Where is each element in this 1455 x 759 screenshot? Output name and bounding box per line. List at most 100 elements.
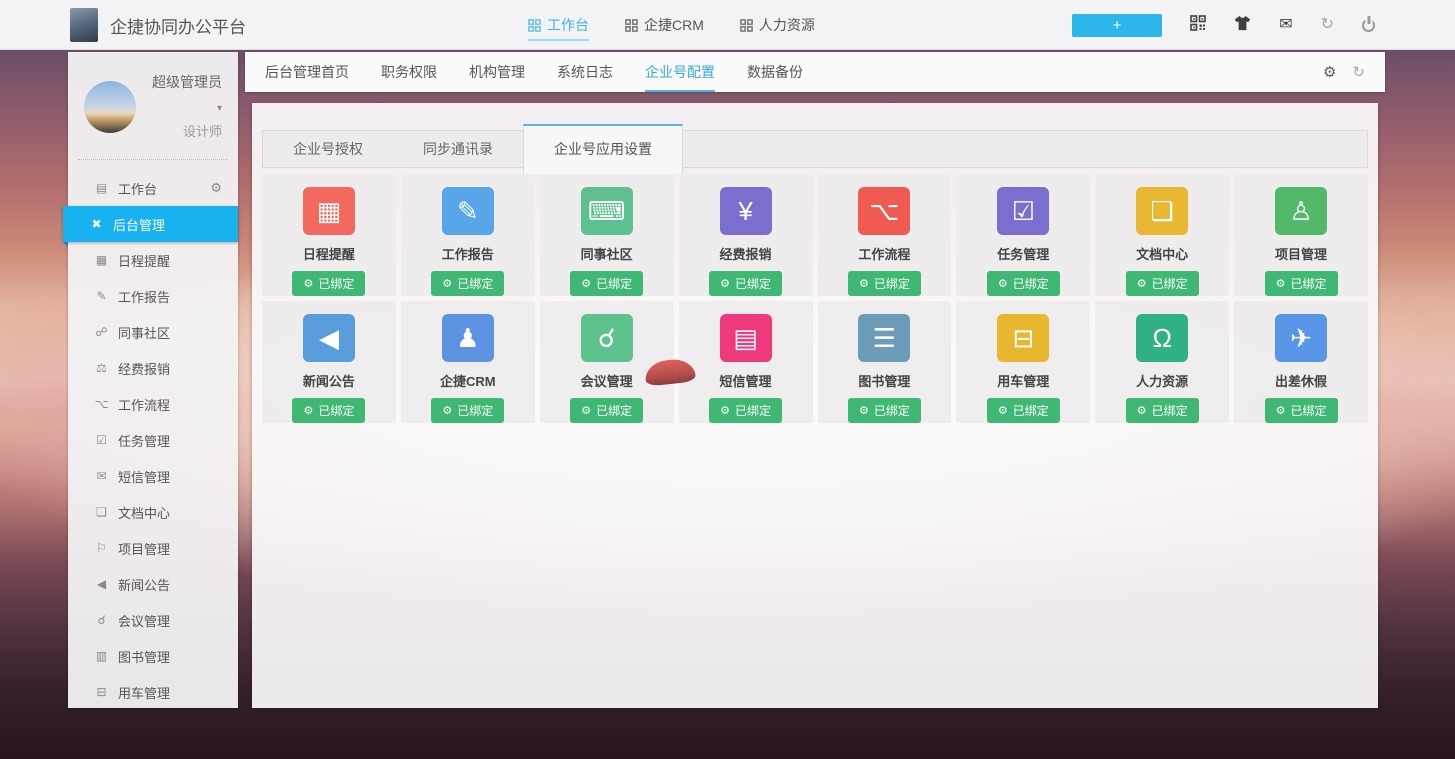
sidebar-menu-item[interactable]: ☑ 任务管理 — [68, 422, 238, 458]
sidebar-item-icon: ❏ — [94, 505, 109, 519]
sidebar-menu-item[interactable]: ⚐ 项目管理 — [68, 530, 238, 566]
bound-status-button[interactable]: ⚙ 已绑定 — [709, 271, 782, 296]
bound-status-button[interactable]: ⚙ 已绑定 — [570, 271, 643, 296]
bound-status-button[interactable]: ⚙ 已绑定 — [848, 271, 921, 296]
refresh-icon[interactable]: ↻ — [1352, 65, 1365, 80]
app-icon: ✎ — [442, 187, 494, 235]
sidebar-item-icon: ☌ — [94, 613, 109, 627]
sidebar-menu-item[interactable]: ✉ 短信管理 — [68, 458, 238, 494]
admin-tab-label: 后台管理首页 — [265, 64, 349, 80]
bound-status-button[interactable]: ⚙ 已绑定 — [431, 398, 504, 423]
content-tab-label: 同步通讯录 — [423, 141, 493, 157]
sidebar-menu-item[interactable]: ▥ 图书管理 — [68, 638, 238, 674]
sidebar-item-icon: ⌥ — [94, 397, 109, 411]
primary-nav: 工作台 企捷CRM 人力资源 — [528, 0, 815, 50]
admin-tab[interactable]: 企业号配置 — [645, 52, 715, 92]
gear-icon: ⚙ — [1137, 404, 1147, 417]
sidebar-menu-item[interactable]: ✎ 工作报告 — [68, 278, 238, 314]
admin-tab[interactable]: 职务权限 — [381, 52, 437, 92]
app-icon: ☌ — [581, 314, 633, 362]
settings-gear-icon[interactable]: ⚙ — [1323, 65, 1336, 80]
sidebar-item-icon: ☍ — [94, 325, 109, 339]
gear-icon: ⚙ — [998, 277, 1008, 290]
bound-status-button[interactable]: ⚙ 已绑定 — [431, 271, 504, 296]
sidebar-menu-item[interactable]: ☍ 同事社区 — [68, 314, 238, 350]
user-name-dropdown[interactable]: 超级管理员▾ — [146, 70, 222, 121]
app-name: 企捷CRM — [440, 371, 496, 390]
app-card: ❏ 文档中心 ⚙ 已绑定 — [1095, 174, 1229, 296]
sidebar-item-label: 图书管理 — [118, 647, 170, 666]
sidebar: 超级管理员▾ 设计师 ▤ 工作台 ⚙ ✖ 后台管理 ▦ 日程提醒 ✎ 工作报告 — [68, 52, 238, 708]
content-tab[interactable]: 企业号授权 — [263, 131, 393, 167]
sidebar-menu-item[interactable]: ▤ 工作台 ⚙ — [68, 170, 238, 206]
bound-status-button[interactable]: ⚙ 已绑定 — [987, 398, 1060, 423]
sidebar-menu-item[interactable]: ⌥ 工作流程 — [68, 386, 238, 422]
app-icon: ▦ — [303, 187, 355, 235]
app-icon: ⊟ — [997, 314, 1049, 362]
admin-tab-label: 企业号配置 — [645, 64, 715, 80]
sidebar-menu-item[interactable]: ◀ 新闻公告 — [68, 566, 238, 602]
theme-tshirt-icon[interactable] — [1234, 15, 1251, 35]
sidebar-menu: ▤ 工作台 ⚙ ✖ 后台管理 ▦ 日程提醒 ✎ 工作报告 ☍ 同事社区 ⚖ — [68, 160, 238, 710]
admin-tab[interactable]: 系统日志 — [557, 52, 613, 92]
sidebar-menu-item[interactable]: ⚖ 经费报销 — [68, 350, 238, 386]
sidebar-menu-item[interactable]: ⊟ 用车管理 — [68, 674, 238, 710]
nav-item[interactable]: 企捷CRM — [625, 0, 704, 50]
nav-item[interactable]: 工作台 — [528, 0, 589, 50]
app-icon: ▤ — [720, 314, 772, 362]
app-card: ▤ 短信管理 ⚙ 已绑定 — [679, 301, 813, 423]
gear-icon: ⚙ — [859, 277, 869, 290]
bound-status-button[interactable]: ⚙ 已绑定 — [292, 271, 365, 296]
gear-icon[interactable]: ⚙ — [210, 180, 222, 196]
topbar-actions: + ✉ ↻ — [1072, 0, 1375, 50]
admin-tab[interactable]: 后台管理首页 — [265, 52, 349, 92]
app-card: Ω 人力资源 ⚙ 已绑定 — [1095, 301, 1229, 423]
user-block: 超级管理员▾ 设计师 — [68, 52, 238, 157]
sidebar-item-label: 任务管理 — [118, 431, 170, 450]
admin-tab[interactable]: 机构管理 — [469, 52, 525, 92]
nav-item[interactable]: 人力资源 — [740, 0, 815, 50]
sidebar-item-label: 工作台 — [118, 179, 157, 198]
bound-status-label: 已绑定 — [596, 402, 632, 419]
mail-icon[interactable]: ✉ — [1279, 17, 1292, 33]
power-icon[interactable] — [1362, 19, 1375, 32]
app-name: 用车管理 — [997, 371, 1049, 390]
bound-status-button[interactable]: ⚙ 已绑定 — [987, 271, 1060, 296]
user-avatar[interactable] — [84, 81, 136, 133]
bound-status-button[interactable]: ⚙ 已绑定 — [848, 398, 921, 423]
sidebar-item-icon: ☑ — [94, 433, 109, 447]
enterprise-apps-grid: ▦ 日程提醒 ⚙ 已绑定 ✎ 工作报告 ⚙ 已绑定 ⌨ 同事社区 ⚙ 已绑定 — [262, 174, 1368, 423]
bound-status-button[interactable]: ⚙ 已绑定 — [1126, 271, 1199, 296]
app-icon: ⌥ — [858, 187, 910, 235]
bound-status-button[interactable]: ⚙ 已绑定 — [1126, 398, 1199, 423]
bound-status-button[interactable]: ⚙ 已绑定 — [1265, 271, 1338, 296]
sidebar-menu-item[interactable]: ❏ 文档中心 — [68, 494, 238, 530]
bound-status-label: 已绑定 — [596, 275, 632, 292]
sidebar-item-label: 用车管理 — [118, 683, 170, 702]
content-tab[interactable]: 企业号应用设置 — [523, 124, 683, 174]
bound-status-button[interactable]: ⚙ 已绑定 — [570, 398, 643, 423]
admin-tab[interactable]: 数据备份 — [747, 52, 803, 92]
sidebar-menu-item[interactable]: ☌ 会议管理 — [68, 602, 238, 638]
caret-down-icon: ▾ — [217, 103, 222, 114]
bound-status-label: 已绑定 — [318, 275, 354, 292]
app-icon: ☰ — [858, 314, 910, 362]
bound-status-label: 已绑定 — [1290, 402, 1326, 419]
bound-status-button[interactable]: ⚙ 已绑定 — [292, 398, 365, 423]
sidebar-menu-item[interactable]: ▦ 日程提醒 — [68, 242, 238, 278]
gear-icon: ⚙ — [998, 404, 1008, 417]
admin-tab-actions: ⚙ ↻ — [1323, 65, 1365, 80]
app-card: ¥ 经费报销 ⚙ 已绑定 — [679, 174, 813, 296]
quick-add-button[interactable]: + — [1072, 14, 1162, 37]
content-tab[interactable]: 同步通讯录 — [393, 131, 523, 167]
app-name: 文档中心 — [1136, 244, 1188, 263]
sidebar-menu-item[interactable]: ✖ 后台管理 — [63, 206, 238, 242]
bound-status-button[interactable]: ⚙ 已绑定 — [709, 398, 782, 423]
content-panel: 企业号授权 同步通讯录 企业号应用设置 ▦ 日程提醒 ⚙ 已绑定 ✎ 工作报告 … — [252, 103, 1378, 708]
bound-status-button[interactable]: ⚙ 已绑定 — [1265, 398, 1338, 423]
refresh-icon[interactable]: ↻ — [1321, 17, 1334, 33]
nav-item-label: 企捷CRM — [644, 15, 704, 35]
qr-code-icon[interactable] — [1190, 15, 1206, 35]
gear-icon: ⚙ — [720, 277, 730, 290]
app-name: 图书管理 — [858, 371, 910, 390]
